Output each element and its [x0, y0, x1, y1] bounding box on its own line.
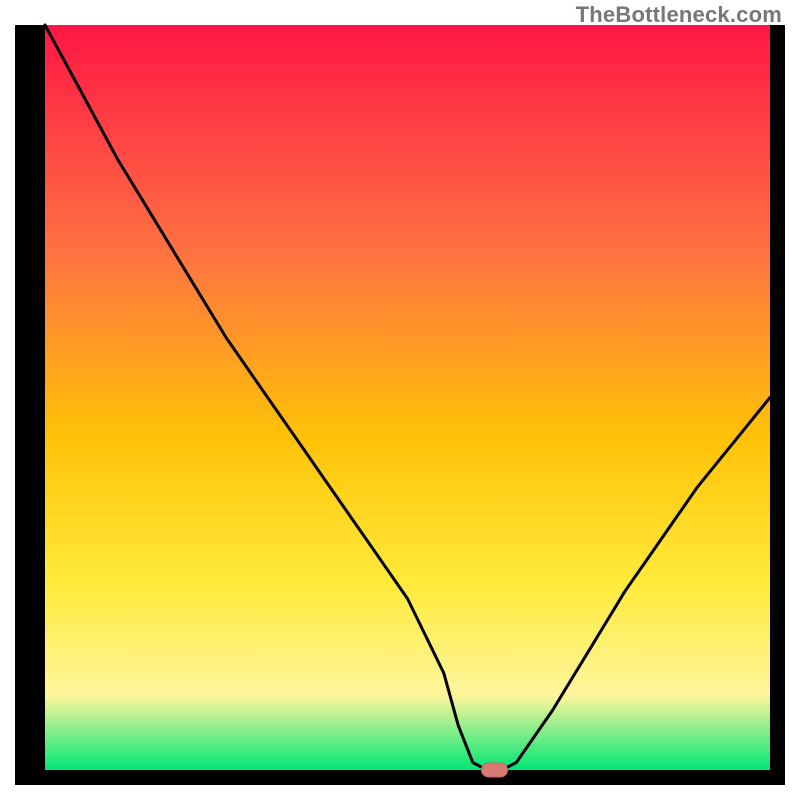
watermark-text: TheBottleneck.com [576, 2, 782, 28]
optimal-marker [482, 763, 508, 777]
chart-container: TheBottleneck.com [0, 0, 800, 800]
bottleneck-chart [0, 0, 800, 800]
plot-area [45, 25, 770, 770]
